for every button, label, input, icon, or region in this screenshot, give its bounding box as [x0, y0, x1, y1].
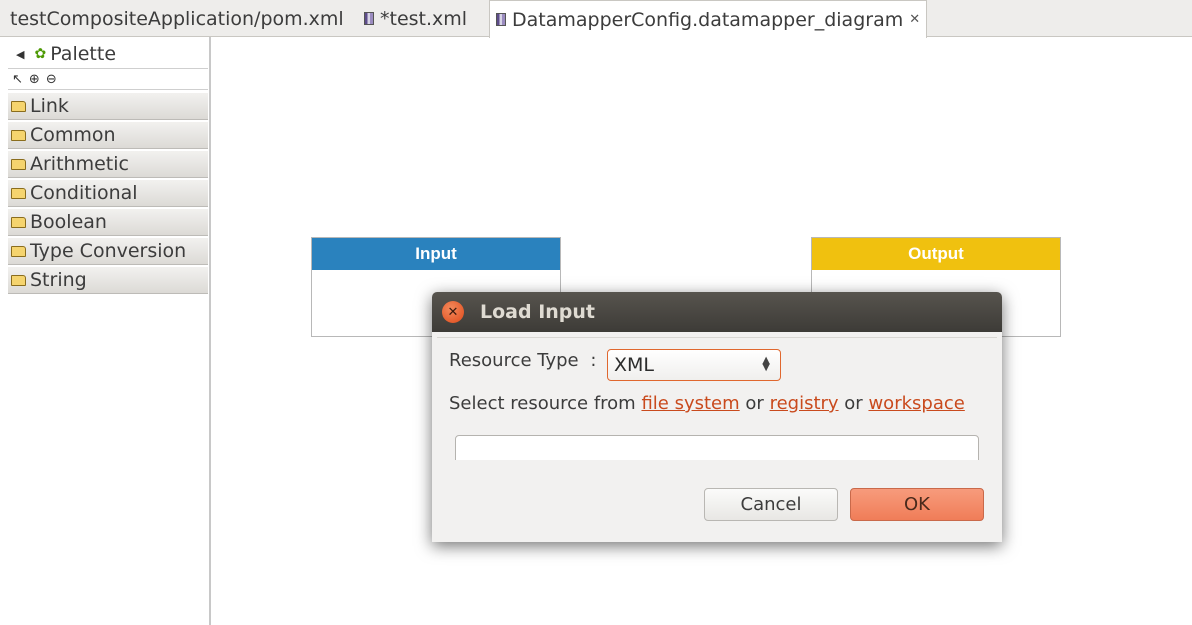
drawer-label: Common [30, 124, 116, 146]
select-tool-icon[interactable]: ↖ [12, 72, 23, 87]
dialog-title: Load Input [480, 301, 596, 323]
load-input-dialog: ✕ Load Input Resource Type : XML ▲ ▼ Sele… [432, 292, 1002, 542]
folder-icon [11, 274, 26, 286]
palette-drawer-string[interactable]: String [8, 267, 208, 294]
folder-icon [11, 245, 26, 257]
folder-icon [11, 158, 26, 170]
workspace-link[interactable]: workspace [868, 393, 964, 414]
tab-pom-xml[interactable]: testCompositeApplication/pom.xml [10, 0, 344, 37]
palette-icon: ✿ [34, 46, 47, 62]
resource-type-select[interactable]: XML ▲ ▼ [607, 349, 781, 381]
close-dialog-icon[interactable]: ✕ [442, 301, 464, 323]
or-text: or [844, 393, 863, 414]
palette-drawer-boolean[interactable]: Boolean [8, 209, 208, 236]
editor-tab-bar: testCompositeApplication/pom.xml *test.x… [0, 0, 1192, 38]
palette-drawer-conditional[interactable]: Conditional [8, 180, 208, 207]
zoom-in-icon[interactable]: ⊕ [29, 72, 40, 87]
drawer-label: Boolean [30, 211, 107, 233]
ok-button[interactable]: OK [850, 488, 984, 521]
drawer-label: Conditional [30, 182, 138, 204]
xml-file-icon [364, 12, 374, 25]
resource-type-colon: : [590, 350, 597, 371]
palette-tools: ↖ ⊕ ⊖ [8, 68, 208, 90]
folder-icon [11, 187, 26, 199]
input-box-title: Input [312, 238, 560, 270]
zoom-out-icon[interactable]: ⊖ [46, 72, 57, 87]
select-resource-prefix: Select resource from [449, 393, 636, 414]
palette-panel: ◀ ✿ Palette ↖ ⊕ ⊖ Link Common Arithmetic… [0, 37, 211, 625]
registry-link[interactable]: registry [770, 393, 839, 414]
output-box-title: Output [812, 238, 1060, 270]
close-tab-icon[interactable]: ✕ [909, 12, 920, 27]
drawer-label: Type Conversion [30, 240, 187, 262]
or-text: or [745, 393, 764, 414]
tab-test-xml[interactable]: *test.xml [364, 0, 467, 37]
palette-drawer-link[interactable]: Link [8, 93, 208, 120]
folder-icon [11, 129, 26, 141]
palette-drawer-type-conversion[interactable]: Type Conversion [8, 238, 208, 265]
file-system-link[interactable]: file system [641, 393, 739, 414]
tab-datamapper-diagram[interactable]: DatamapperConfig.datamapper_diagram ✕ [489, 0, 928, 38]
palette-drawer-common[interactable]: Common [8, 122, 208, 149]
resource-path-input[interactable] [455, 435, 979, 460]
drawer-label: String [30, 269, 87, 291]
collapse-palette-icon[interactable]: ◀ [16, 48, 24, 61]
resource-type-value: XML [614, 354, 654, 376]
tab-label: DatamapperConfig.datamapper_diagram [512, 8, 904, 31]
folder-icon [11, 216, 26, 228]
resource-type-text: Resource Type [449, 350, 579, 371]
palette-title: Palette [50, 43, 117, 65]
dialog-body: Resource Type : XML ▲ ▼ Select resource f… [437, 337, 997, 460]
tab-label: testCompositeApplication/pom.xml [10, 7, 344, 30]
diagram-file-icon [496, 13, 506, 26]
drawer-label: Link [30, 95, 69, 117]
resource-type-label: Resource Type : [449, 350, 596, 371]
drawer-label: Arithmetic [30, 153, 129, 175]
palette-header: ◀ ✿ Palette [8, 40, 208, 68]
cancel-button[interactable]: Cancel [704, 488, 838, 521]
folder-icon [11, 100, 26, 112]
chevron-up-down-icon: ▲ ▼ [762, 355, 770, 373]
tab-label: *test.xml [380, 7, 468, 30]
palette-drawer-arithmetic[interactable]: Arithmetic [8, 151, 208, 178]
dialog-titlebar[interactable]: ✕ Load Input [432, 292, 1002, 332]
select-resource-line: Select resource from file system or regi… [449, 393, 965, 414]
